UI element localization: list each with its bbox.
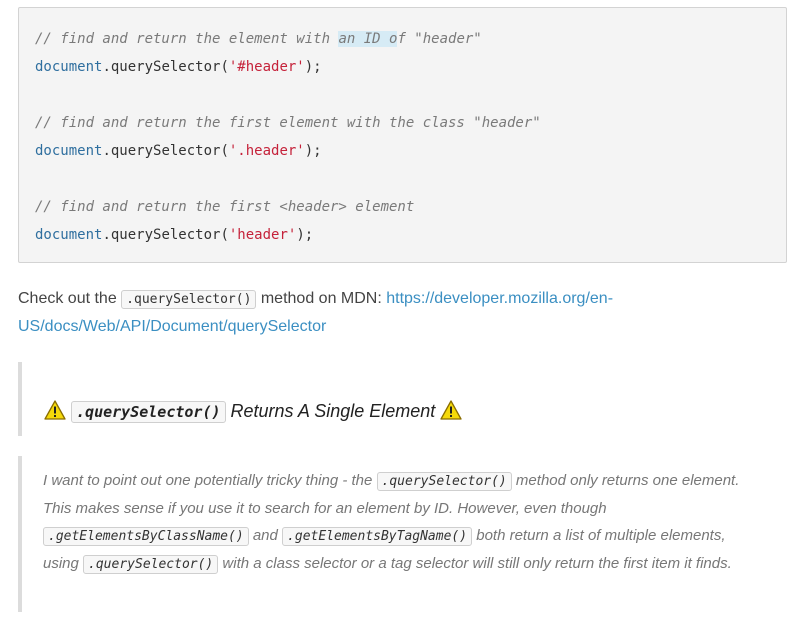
code-comment-1: // find and return the element with an I… <box>35 29 482 49</box>
code-line-3: document.querySelector('header'); <box>35 225 313 245</box>
code-comment-3: // find and return the first <header> el… <box>35 199 415 215</box>
code-method: .querySelector( <box>102 59 229 75</box>
mdn-reference-paragraph: Check out the .querySelector() method on… <box>18 285 778 340</box>
code-method: .querySelector( <box>102 143 229 159</box>
code-method: .querySelector( <box>102 227 229 243</box>
warning-icon <box>440 400 462 420</box>
inline-code: .querySelector() <box>121 290 257 309</box>
code-object: document <box>35 59 103 75</box>
code-string: '#header' <box>228 59 305 75</box>
code-object: document <box>35 227 103 243</box>
code-line-2: document.querySelector('.header'); <box>35 141 322 161</box>
code-punct: ); <box>304 143 322 159</box>
callout-title-text: Returns A Single Element <box>225 401 441 421</box>
body-text: I want to point out one potentially tric… <box>43 472 377 489</box>
code-block: // find and return the element with an I… <box>18 7 787 263</box>
callout-heading-block: .querySelector() Returns A Single Elemen… <box>18 362 787 436</box>
code-comment-text: f "header" <box>397 31 482 47</box>
callout-inline-code: .querySelector() <box>71 401 226 423</box>
code-punct: ); <box>296 227 314 243</box>
callout-title: .querySelector() Returns A Single Elemen… <box>44 400 462 423</box>
inline-code: .querySelector() <box>376 472 512 491</box>
code-comment-2: // find and return the first element wit… <box>35 115 541 131</box>
code-comment-text: // find and return the element with <box>35 31 339 47</box>
code-selection-highlight: an ID o <box>338 31 398 47</box>
inline-code: .querySelector() <box>83 555 219 574</box>
inline-code: .getElementsByClassName() <box>43 527 249 546</box>
code-punct: ); <box>304 59 322 75</box>
code-line-1: document.querySelector('#header'); <box>35 57 322 77</box>
callout-body-block: I want to point out one potentially tric… <box>18 456 787 612</box>
paragraph-text: Check out the <box>18 290 122 307</box>
warning-icon <box>44 400 66 420</box>
inline-code: .getElementsByTagName() <box>282 527 473 546</box>
body-text: and <box>248 527 283 544</box>
paragraph-text: method on MDN: <box>256 290 387 307</box>
code-string: 'header' <box>228 227 297 243</box>
code-string: '.header' <box>228 143 305 159</box>
body-text: with a class selector or a tag selector … <box>218 555 732 572</box>
callout-body-text: I want to point out one potentially tric… <box>43 467 763 578</box>
code-object: document <box>35 143 103 159</box>
